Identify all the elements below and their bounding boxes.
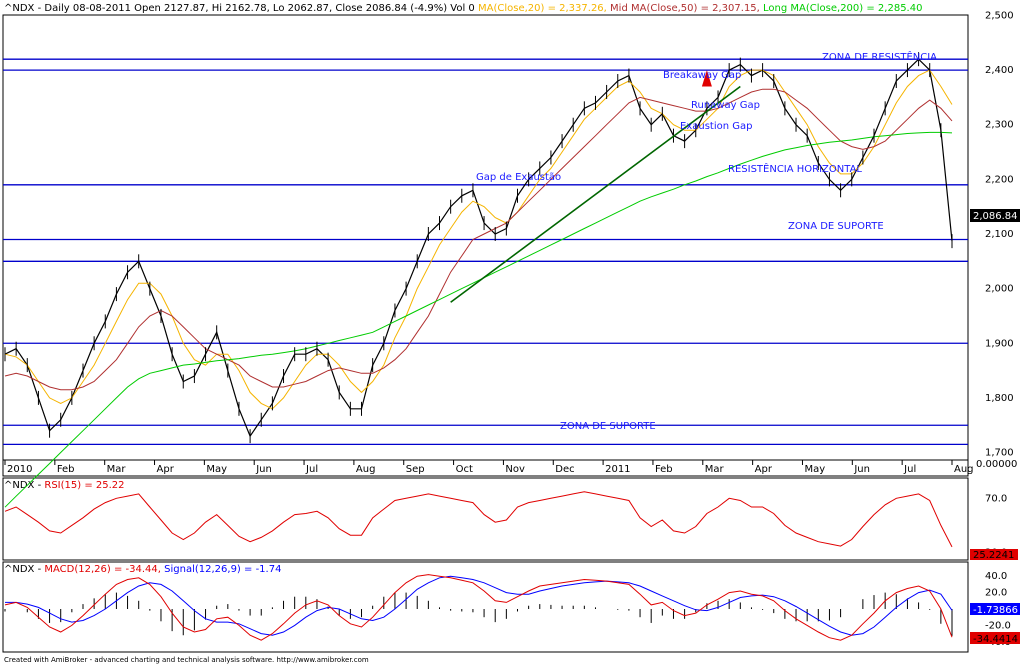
macd-badge: -34.4414 <box>973 634 1018 645</box>
xlabel-0: 2010 <box>7 464 32 475</box>
footer-credit: Created with AmiBroker - advanced charti… <box>4 656 369 664</box>
annot-zona-suporte-1: ZONA DE SUPORTE <box>788 221 884 232</box>
xlabel-1: Feb <box>57 464 75 475</box>
xlabel-6: Jul <box>305 464 318 475</box>
macd-header-macd: MACD(12,26) = -34.44, <box>44 564 161 575</box>
macd-header-prefix: ^NDX - <box>4 564 44 575</box>
price-tick-8: 1,700 <box>985 448 1014 459</box>
price-badge: 2,086.84 <box>973 211 1018 222</box>
xlabel-14: Mar <box>705 464 725 475</box>
rsi-pane <box>2 477 969 561</box>
xlabel-19: Aug <box>954 464 974 475</box>
price-pane <box>2 14 969 461</box>
header-prefix: ^NDX - Daily 08-08-2011 Open 2127.87, Hi… <box>4 3 475 14</box>
xlabel-8: Sep <box>406 464 425 475</box>
price-tick-7: 1,800 <box>985 393 1014 404</box>
annot-breakaway-gap: Breakaway Gap <box>663 70 741 81</box>
price-tick-4: 2,100 <box>985 229 1014 240</box>
macd-tick-1: 20.0 <box>985 588 1007 599</box>
price-header: ^NDX - Daily 08-08-2011 Open 2127.87, Hi… <box>4 3 922 14</box>
rsi-header: ^NDX - RSI(15) = 25.22 <box>4 480 125 491</box>
xlabel-10: Nov <box>505 464 525 475</box>
price-tick-1: 2,400 <box>985 65 1014 76</box>
rsi-badge: 25.2241 <box>973 550 1014 561</box>
macd-pane <box>2 561 969 653</box>
xlabel-5: Jun <box>255 464 272 475</box>
xlabel-15: Apr <box>755 464 773 475</box>
macd-tick-3: -20.0 <box>985 620 1011 631</box>
header-ma20: MA(Close,20) = 2,337.26, <box>478 3 607 14</box>
price-tick-0: 2,500 <box>985 10 1014 21</box>
price-tick-2: 2,300 <box>985 120 1014 131</box>
header-ma200: Long MA(Close,200) = 2,285.40 <box>763 3 922 14</box>
volume-badge: 0.00000 <box>976 459 1017 470</box>
signal-badge: -1.73866 <box>973 605 1018 616</box>
rsi-header-prefix: ^NDX - <box>4 480 44 491</box>
chart-canvas: ^NDX - Daily 08-08-2011 Open 2127.87, Hi… <box>2 3 1020 664</box>
annot-zona-resistencia: ZONA DE RESISTÊNCIA <box>822 50 937 63</box>
amibroker-chart-window: ^NDX - Daily 08-08-2011 Open 2127.87, Hi… <box>0 0 1024 665</box>
xlabel-12: 2011 <box>605 464 630 475</box>
xlabel-17: Jun <box>853 464 870 475</box>
annot-exaustion-gap: Exaustion Gap <box>680 121 752 132</box>
annot-zona-suporte-2: ZONA DE SUPORTE <box>560 421 656 432</box>
xlabel-4: May <box>206 464 227 475</box>
header-ma50: Mid MA(Close,50) = 2,307.15, <box>610 3 760 14</box>
rsi-tick-0: 70.0 <box>985 493 1007 504</box>
rsi-header-label: RSI(15) = 25.22 <box>44 480 124 491</box>
xlabel-11: Dec <box>555 464 574 475</box>
macd-tick-0: 40.0 <box>985 571 1007 582</box>
xlabel-9: Oct <box>456 464 473 475</box>
xlabel-13: Feb <box>655 464 673 475</box>
xlabel-7: Aug <box>356 464 376 475</box>
xlabel-2: Mar <box>107 464 127 475</box>
macd-header-signal: Signal(12,26,9) = -1.74 <box>164 564 281 575</box>
annot-gap-de-exaustao: Gap de Exaustão <box>476 172 561 183</box>
price-tick-3: 2,200 <box>985 174 1014 185</box>
macd-header: ^NDX - MACD(12,26) = -34.44, Signal(12,2… <box>4 564 281 575</box>
annot-resistencia-horizontal: RESISTÊNCIA HORIZONTAL <box>728 162 862 175</box>
xlabel-16: May <box>804 464 825 475</box>
price-tick-5: 2,000 <box>985 284 1014 295</box>
xlabel-18: Jul <box>903 464 916 475</box>
price-tick-6: 1,900 <box>985 338 1014 349</box>
annot-runaway-gap: Runaway Gap <box>691 100 760 111</box>
xlabel-3: Apr <box>157 464 175 475</box>
